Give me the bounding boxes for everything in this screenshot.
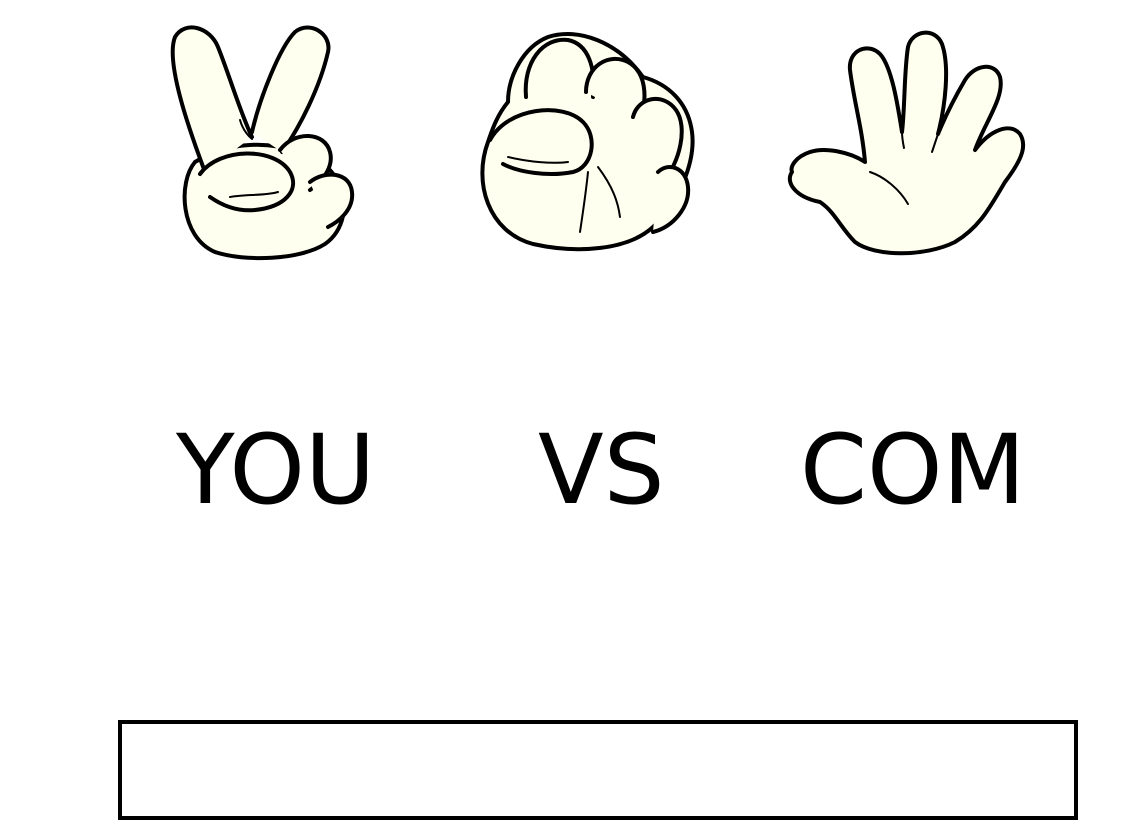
scissors-hand-icon[interactable] [160, 22, 370, 262]
paper-open-hand-icon[interactable] [780, 22, 1030, 262]
player-label: YOU [176, 414, 376, 526]
rock-fist-icon[interactable] [468, 22, 708, 257]
computer-label: COM [800, 414, 1026, 526]
versus-label: VS [538, 414, 665, 526]
game-screen: YOU VS COM [0, 0, 1146, 839]
result-display [118, 720, 1078, 820]
